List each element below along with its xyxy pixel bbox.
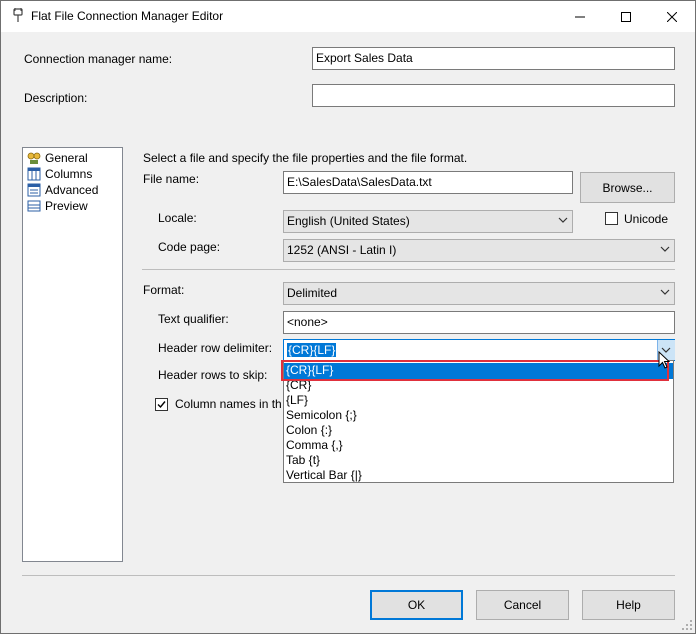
close-icon bbox=[667, 11, 677, 22]
cancel-button[interactable]: Cancel bbox=[476, 590, 569, 620]
delimiter-option[interactable]: {LF} bbox=[286, 393, 308, 408]
title-bar[interactable]: Flat File Connection Manager Editor bbox=[1, 1, 695, 32]
delimiter-option[interactable]: Vertical Bar {|} bbox=[286, 468, 362, 483]
locale-label: Locale: bbox=[158, 211, 197, 225]
file-name-input[interactable]: E:\SalesData\SalesData.txt bbox=[283, 171, 573, 194]
description-input[interactable] bbox=[312, 84, 675, 107]
general-icon bbox=[27, 152, 41, 164]
header-row-delimiter-select[interactable]: {CR}{LF} bbox=[283, 339, 675, 361]
delimiter-option[interactable]: Comma {,} bbox=[286, 438, 343, 453]
section-divider bbox=[142, 269, 675, 270]
ok-button[interactable]: OK bbox=[370, 590, 463, 620]
locale-select[interactable]: English (United States) bbox=[283, 210, 573, 233]
advanced-icon bbox=[27, 183, 41, 197]
header-rows-to-skip-label: Header rows to skip: bbox=[158, 368, 268, 382]
code-page-select[interactable]: 1252 (ANSI - Latin I) bbox=[283, 239, 675, 262]
page-navigation-list: General Columns Advanced Preview bbox=[22, 147, 123, 562]
maximize-icon bbox=[621, 11, 631, 22]
text-qualifier-input[interactable]: <none> bbox=[283, 311, 675, 334]
format-select[interactable]: Delimited bbox=[283, 282, 675, 305]
browse-button[interactable]: Browse... bbox=[580, 172, 675, 203]
unicode-label: Unicode bbox=[624, 212, 669, 226]
nav-item-label: Preview bbox=[45, 199, 88, 213]
delimiter-option[interactable]: Semicolon {;} bbox=[286, 408, 357, 423]
chevron-down-icon bbox=[660, 289, 670, 295]
chevron-down-icon bbox=[558, 217, 568, 223]
nav-item-general[interactable]: General bbox=[27, 150, 88, 166]
columns-icon bbox=[27, 167, 41, 181]
close-button[interactable] bbox=[649, 1, 695, 32]
nav-item-preview[interactable]: Preview bbox=[27, 198, 88, 214]
delimiter-option[interactable]: Colon {:} bbox=[286, 423, 332, 438]
header-row-delimiter-label: Header row delimiter: bbox=[158, 341, 273, 355]
footer-divider bbox=[22, 575, 675, 576]
highlight-callout-box bbox=[281, 360, 669, 381]
nav-item-label: Columns bbox=[45, 167, 93, 181]
nav-item-label: General bbox=[45, 151, 88, 165]
format-value: Delimited bbox=[287, 286, 338, 300]
file-name-label: File name: bbox=[143, 172, 200, 186]
nav-item-label: Advanced bbox=[45, 183, 99, 197]
mouse-cursor-icon bbox=[658, 351, 670, 369]
connection-name-label: Connection manager name: bbox=[24, 52, 173, 66]
checkmark-icon bbox=[157, 401, 166, 409]
column-names-label: Column names in th bbox=[175, 397, 282, 411]
chevron-down-icon bbox=[660, 246, 670, 252]
general-intro-text: Select a file and specify the file prope… bbox=[143, 151, 468, 165]
minimize-button[interactable] bbox=[557, 1, 603, 32]
nav-item-advanced[interactable]: Advanced bbox=[27, 182, 98, 198]
resize-grip-icon[interactable] bbox=[681, 619, 693, 631]
connection-manager-icon bbox=[13, 8, 23, 22]
preview-icon bbox=[27, 200, 41, 212]
text-qualifier-label: Text qualifier: bbox=[158, 312, 229, 326]
window-title: Flat File Connection Manager Editor bbox=[31, 9, 224, 23]
minimize-icon bbox=[575, 16, 585, 17]
code-page-label: Code page: bbox=[158, 240, 221, 254]
connection-name-input[interactable]: Export Sales Data bbox=[312, 47, 675, 70]
unicode-checkbox[interactable] bbox=[605, 212, 618, 225]
description-label: Description: bbox=[24, 91, 88, 105]
column-names-checkbox[interactable] bbox=[155, 398, 168, 411]
delimiter-option[interactable]: Tab {t} bbox=[286, 453, 320, 468]
maximize-button[interactable] bbox=[603, 1, 649, 32]
header-row-delimiter-value: {CR}{LF} bbox=[287, 343, 337, 357]
locale-value: English (United States) bbox=[287, 214, 410, 228]
dialog-window: Flat File Connection Manager Editor Conn… bbox=[0, 0, 696, 634]
nav-item-columns[interactable]: Columns bbox=[27, 166, 92, 182]
help-button[interactable]: Help bbox=[582, 590, 675, 620]
code-page-value: 1252 (ANSI - Latin I) bbox=[287, 243, 397, 257]
format-label: Format: bbox=[143, 283, 185, 297]
